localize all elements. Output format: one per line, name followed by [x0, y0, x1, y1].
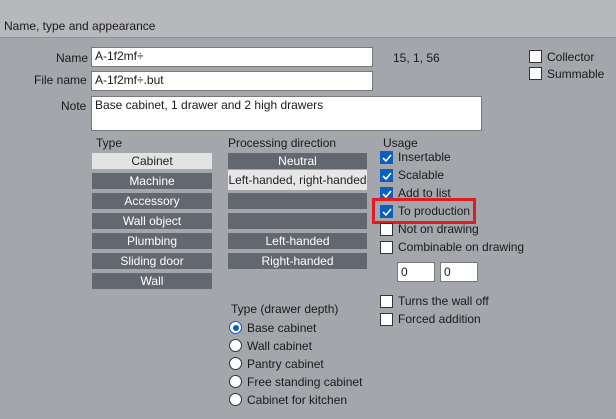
turns-wall-off-checkbox[interactable] [380, 295, 393, 308]
processing-label: Processing direction [228, 136, 337, 150]
collector-label: Collector [547, 50, 595, 64]
radio-wall-cabinet-label: Wall cabinet [247, 339, 312, 353]
processing-empty-button-1[interactable] [228, 193, 367, 209]
processing-right-button[interactable]: Right-handed [228, 253, 367, 269]
radio-wall-cabinet[interactable] [229, 339, 242, 352]
note-label: Note [61, 99, 87, 113]
section-header: Name, type and appearance [0, 0, 616, 38]
coords-text: 15, 1, 56 [393, 51, 440, 65]
insertable-label: Insertable [398, 150, 451, 164]
type-machine-button[interactable]: Machine [92, 173, 212, 189]
filename-input[interactable]: A-1f2mf÷.but [91, 71, 373, 91]
note-textarea[interactable]: Base cabinet, 1 drawer and 2 high drawer… [91, 96, 482, 131]
combinable-checkbox[interactable] [380, 241, 393, 254]
radio-base-cabinet[interactable] [229, 321, 242, 334]
processing-left-button[interactable]: Left-handed [228, 233, 367, 249]
section-title: Name, type and appearance [4, 19, 156, 33]
type-sliding-door-button[interactable]: Sliding door [92, 253, 212, 269]
forced-addition-checkbox[interactable] [380, 313, 393, 326]
type-plumbing-button[interactable]: Plumbing [92, 233, 212, 249]
type-wall-button[interactable]: Wall [92, 273, 212, 289]
radio-pantry-cabinet-label: Pantry cabinet [247, 357, 324, 371]
summable-checkbox[interactable] [529, 67, 542, 80]
radio-kitchen[interactable] [229, 393, 242, 406]
filename-label: File name [34, 73, 87, 87]
name-input[interactable]: A-1f2mf÷ [91, 47, 373, 67]
radio-kitchen-label: Cabinet for kitchen [247, 393, 348, 407]
forced-addition-label: Forced addition [398, 312, 481, 326]
turns-wall-off-label: Turns the wall off [398, 294, 489, 308]
summable-label: Summable [547, 67, 605, 81]
name-label: Name [56, 51, 89, 65]
not-on-drawing-checkbox[interactable] [380, 223, 393, 236]
scalable-checkbox[interactable] [380, 169, 393, 182]
processing-lr-button[interactable]: Left-handed, right-handed [228, 170, 367, 190]
radio-pantry-cabinet[interactable] [229, 357, 242, 370]
type-wall-object-button[interactable]: Wall object [92, 213, 212, 229]
combinable-label: Combinable on drawing [398, 240, 525, 254]
radio-free-standing-label: Free standing cabinet [247, 375, 363, 389]
usage-label: Usage [383, 136, 418, 150]
processing-neutral-button[interactable]: Neutral [228, 153, 367, 169]
type-label: Type [96, 136, 123, 150]
radio-base-cabinet-label: Base cabinet [247, 321, 317, 335]
insertable-checkbox[interactable] [380, 151, 393, 164]
type-accessory-button[interactable]: Accessory [92, 193, 212, 209]
highlight-box [372, 198, 476, 224]
collector-checkbox[interactable] [529, 50, 542, 63]
type-cabinet-button[interactable]: Cabinet [92, 153, 212, 169]
scalable-label: Scalable [398, 168, 445, 182]
not-on-drawing-label: Not on drawing [398, 222, 479, 236]
processing-empty-button-2[interactable] [228, 213, 367, 229]
offset-input-1[interactable]: 0 [397, 262, 435, 282]
offset-input-2[interactable]: 0 [440, 262, 478, 282]
drawer-depth-label: Type (drawer depth) [231, 302, 339, 316]
radio-free-standing[interactable] [229, 375, 242, 388]
